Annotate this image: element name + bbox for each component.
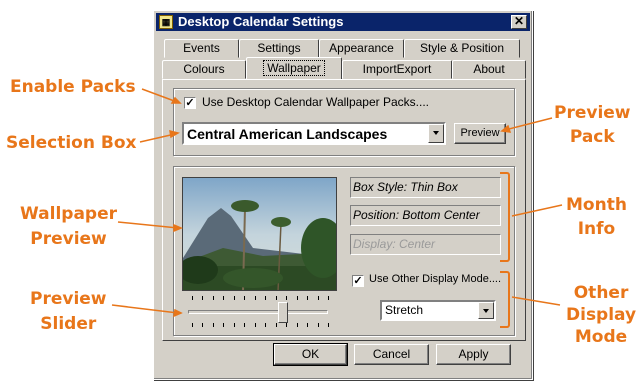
use-wallpaper-packs-checkbox[interactable]: ✓	[184, 97, 196, 109]
callout-month-info: Month Info	[566, 194, 627, 240]
preview-slider-track[interactable]	[188, 310, 328, 314]
window-title: Desktop Calendar Settings	[178, 14, 344, 29]
slider-tick	[202, 323, 204, 327]
slider-tick	[223, 323, 225, 327]
display-mode-selected: Stretch	[385, 303, 424, 317]
callout-selection-box: Selection Box	[6, 133, 137, 153]
preview-pack-button[interactable]: Preview	[454, 123, 506, 144]
callout-month-info-line2: Info	[577, 219, 616, 239]
callout-preview-pack: Preview Pack	[554, 102, 631, 148]
slider-tick	[307, 296, 309, 300]
tab-colours-label: Colours	[183, 62, 225, 76]
slider-tick	[254, 323, 256, 327]
slider-tick	[265, 296, 267, 300]
wallpaper-preview-image	[182, 177, 337, 291]
slider-ticks-top	[192, 296, 329, 300]
tab-events-label: Events	[183, 41, 220, 55]
slider-tick	[212, 296, 214, 300]
callout-wallpaper-preview-line1: Wallpaper	[20, 204, 117, 224]
app-icon: ▦	[159, 15, 173, 29]
tab-wallpaper-label: Wallpaper	[263, 60, 325, 76]
tab-about-label: About	[473, 62, 505, 76]
slider-tick	[275, 323, 277, 327]
close-button[interactable]: ✕	[511, 15, 527, 29]
callout-wallpaper-preview-line2: Preview	[30, 229, 107, 249]
slider-tick	[212, 323, 214, 327]
slider-tick	[286, 323, 288, 327]
landscape-preview-graphic	[183, 178, 336, 290]
slider-tick	[328, 323, 329, 327]
use-wallpaper-packs-label[interactable]: Use Desktop Calendar Wallpaper Packs....	[202, 95, 429, 109]
slider-tick	[233, 323, 235, 327]
cancel-button[interactable]: Cancel	[354, 344, 429, 365]
tab-colours[interactable]: Colours	[162, 60, 246, 79]
wallpaper-pack-selected: Central American Landscapes	[187, 126, 388, 142]
wallpaper-packs-group: ✓ Use Desktop Calendar Wallpaper Packs..…	[173, 88, 515, 156]
slider-tick	[328, 296, 329, 300]
preview-slider-thumb[interactable]	[278, 302, 289, 323]
month-info-position: Position: Bottom Center	[350, 205, 501, 226]
callout-preview-pack-line1: Preview	[554, 103, 631, 123]
title-bar[interactable]: ▦ Desktop Calendar Settings ✕	[156, 13, 530, 31]
tab-style-position-label: Style & Position	[419, 41, 505, 55]
ok-button[interactable]: OK	[273, 343, 348, 366]
slider-tick	[275, 296, 277, 300]
tab-appearance-label: Appearance	[329, 41, 394, 55]
display-mode-bracket	[500, 271, 510, 328]
callout-other-display-mode: Other Display Mode	[566, 282, 636, 348]
slider-tick	[244, 296, 246, 300]
slider-tick	[296, 296, 298, 300]
tab-settings-label: Settings	[257, 41, 301, 55]
callout-other-display-line3: Mode	[574, 327, 628, 347]
callout-other-display-line1: Other	[573, 283, 629, 303]
callout-preview-slider: Preview Slider	[30, 288, 107, 335]
tab-style-position[interactable]: Style & Position	[404, 39, 520, 58]
wallpaper-pack-dropdown-arrow[interactable]	[428, 124, 444, 143]
slider-tick	[244, 323, 246, 327]
slider-tick	[296, 323, 298, 327]
month-info-box-style: Box Style: Thin Box	[350, 177, 501, 198]
slider-tick	[192, 296, 193, 300]
slider-tick	[233, 296, 235, 300]
settings-dialog: ▦ Desktop Calendar Settings ✕ Events Set…	[153, 10, 533, 380]
slider-tick	[202, 296, 204, 300]
tab-import-export-label: ImportExport	[362, 62, 432, 76]
wallpaper-pack-select[interactable]: Central American Landscapes	[182, 122, 446, 145]
month-info-bracket	[500, 172, 510, 262]
callout-preview-slider-line2: Slider	[40, 314, 97, 334]
slider-tick	[317, 296, 319, 300]
display-mode-select[interactable]: Stretch	[380, 300, 496, 321]
callout-month-info-line1: Month	[566, 195, 627, 215]
use-other-display-label[interactable]: Use Other Display Mode....	[369, 273, 501, 285]
callout-preview-pack-line2: Pack	[569, 127, 615, 147]
slider-ticks-bottom	[192, 323, 329, 327]
slider-tick	[223, 296, 225, 300]
tab-appearance[interactable]: Appearance	[319, 39, 404, 58]
slider-tick	[254, 296, 256, 300]
slider-tick	[317, 323, 319, 327]
slider-tick	[307, 323, 309, 327]
tab-wallpaper[interactable]: Wallpaper	[246, 57, 342, 79]
tab-events[interactable]: Events	[164, 39, 239, 58]
tab-settings[interactable]: Settings	[239, 39, 319, 58]
month-info-display: Display: Center	[350, 234, 501, 255]
tab-import-export[interactable]: ImportExport	[342, 60, 452, 79]
apply-button[interactable]: Apply	[436, 344, 511, 365]
callout-preview-slider-line1: Preview	[30, 289, 107, 309]
slider-tick	[192, 323, 193, 327]
callout-enable-packs: Enable Packs	[10, 77, 136, 97]
tab-about[interactable]: About	[452, 60, 526, 79]
slider-tick	[286, 296, 288, 300]
callout-wallpaper-preview: Wallpaper Preview	[20, 203, 117, 250]
callout-other-display-line2: Display	[566, 305, 637, 325]
slider-tick	[265, 323, 267, 327]
display-mode-dropdown-arrow[interactable]	[478, 302, 494, 319]
use-other-display-checkbox[interactable]: ✓	[352, 275, 364, 287]
